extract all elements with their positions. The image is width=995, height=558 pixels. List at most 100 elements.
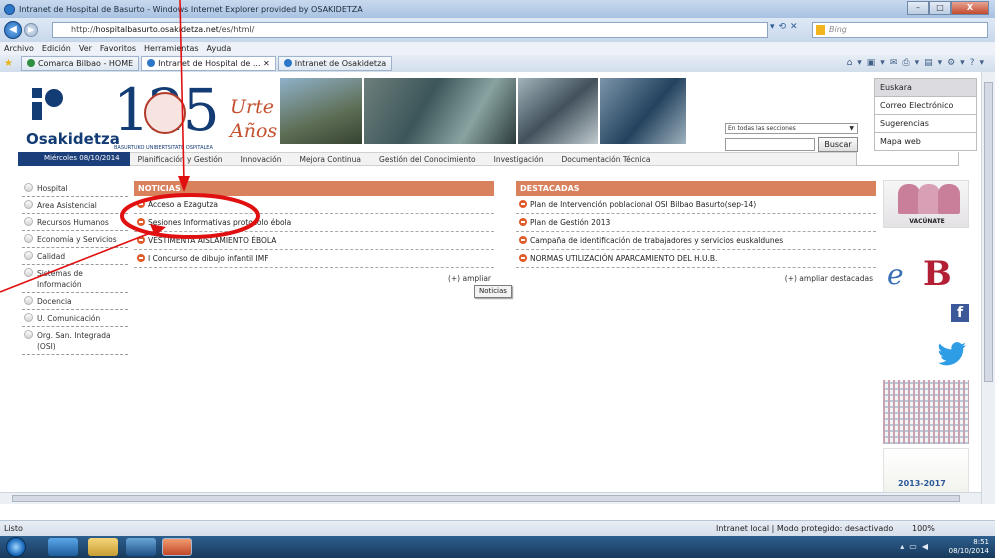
taskbar-powerpoint-icon[interactable] (162, 538, 192, 556)
anniversary-anos: Años (230, 120, 278, 142)
tray-icons[interactable]: ▴▭◀ (900, 542, 933, 551)
left-menu-item[interactable]: Sistemas de Información (22, 265, 128, 293)
clock[interactable]: 8:51 08/10/2014 (949, 538, 989, 556)
site-icon (26, 59, 35, 67)
clock-time: 8:51 (973, 538, 989, 546)
left-menu-item[interactable]: Docencia (22, 293, 128, 310)
tab-comarca-bilbao[interactable]: Comarca Bilbao - HOME (20, 56, 140, 71)
scroll-thumb[interactable] (984, 82, 993, 382)
search-input[interactable]: Bing (812, 22, 988, 38)
featured-item[interactable]: Plan de Intervención poblacional OSI Bil… (516, 196, 876, 214)
maximize-button[interactable]: □ (929, 1, 951, 15)
start-button[interactable] (6, 537, 26, 557)
nav-mejora[interactable]: Mejora Continua (299, 155, 361, 164)
twitter-icon[interactable] (935, 338, 969, 372)
minimize-button[interactable]: – (907, 1, 929, 15)
site-search-input[interactable] (725, 138, 815, 151)
news-item[interactable]: I Concurso de dibujo infantil IMF (134, 250, 494, 268)
scroll-thumb[interactable] (12, 495, 960, 502)
back-button[interactable]: ◀ (4, 21, 22, 39)
vacunate-banner[interactable]: VACÚNATE (883, 180, 969, 228)
search-placeholder: Bing (829, 25, 847, 34)
nav-conocimiento[interactable]: Gestión del Conocimiento (379, 155, 476, 164)
featured-item[interactable]: Campaña de identificación de trabajadore… (516, 232, 876, 250)
hospital-seal-icon (144, 92, 186, 134)
link-mapa-web[interactable]: Mapa web (875, 133, 976, 151)
zoom-level[interactable]: 100% (912, 521, 935, 536)
nav-innovacion[interactable]: Innovación (241, 155, 282, 164)
ie-icon (147, 59, 156, 67)
nav-date: Miércoles 08/10/2014 (18, 152, 130, 166)
left-menu-item[interactable]: Org. San. Integrada (OSI) (22, 327, 128, 355)
section-select[interactable]: En todas las secciones ▼ (725, 123, 858, 134)
vertical-scrollbar[interactable] (981, 72, 995, 504)
left-menu-item[interactable]: Calidad (22, 248, 128, 265)
news-item[interactable]: Acceso a Ezagutza (134, 196, 494, 214)
command-bar-icons[interactable]: ⌂▾▣▾✉⎙▾▤▾⚙▾?▾ (847, 58, 989, 68)
menu-herramientas[interactable]: Herramientas (144, 44, 199, 53)
search-button[interactable]: Buscar (818, 137, 858, 152)
tab-label: Comarca Bilbao - HOME (37, 59, 134, 68)
person-figure-icon (918, 184, 940, 214)
link-correo[interactable]: Correo Electrónico (875, 97, 976, 115)
noticias-heading: NOTICIAS (134, 181, 494, 196)
menu-ayuda[interactable]: Ayuda (207, 44, 232, 53)
featured-item-label: Plan de Gestión 2013 (530, 218, 611, 227)
menu-edicion[interactable]: Edición (42, 44, 71, 53)
address-host: hospitalbasurto.osakidetza.net (95, 25, 219, 34)
tab-intranet-osakidetza[interactable]: Intranet de Osakidetza (277, 56, 393, 71)
patterned-banner[interactable] (883, 380, 969, 444)
address-actions[interactable]: ▾⟲✕ (770, 22, 802, 32)
taskbar-media-icon[interactable] (126, 538, 156, 556)
menu-favoritos[interactable]: Favoritos (100, 44, 136, 53)
news-item[interactable]: Sesiones Informativas protocolo ébola (134, 214, 494, 232)
person-figure-icon (898, 184, 920, 214)
left-menu-item[interactable]: Economía y Servicios (22, 231, 128, 248)
person-figure-icon (938, 184, 960, 214)
featured-item[interactable]: Plan de Gestión 2013 (516, 214, 876, 232)
menu-ver[interactable]: Ver (79, 44, 92, 53)
forward-button[interactable]: ▶ (24, 23, 38, 37)
taskbar: ▴▭◀ 8:51 08/10/2014 (0, 536, 995, 558)
noticias-more-link[interactable]: (+) ampliar (134, 268, 494, 283)
destacadas-heading: DESTACADAS (516, 181, 876, 196)
window-title: Intranet de Hospital de Basurto - Window… (19, 4, 363, 14)
bullet-icon (24, 217, 33, 226)
header-photo-equipment (600, 78, 686, 144)
link-euskara[interactable]: Euskara (875, 79, 976, 97)
featured-item[interactable]: NORMAS UTILIZACIÓN APARCAMIENTO DEL H.U.… (516, 250, 876, 268)
left-menu-label: Recursos Humanos (37, 218, 109, 227)
ebi-banner[interactable]: e B (883, 250, 969, 308)
facebook-icon[interactable]: f (951, 304, 969, 322)
header-photo-building (280, 78, 362, 144)
close-button[interactable]: X (951, 1, 989, 15)
taskbar-explorer-icon[interactable] (88, 538, 118, 556)
nav-investigacion[interactable]: Investigación (494, 155, 544, 164)
left-menu-item[interactable]: Recursos Humanos (22, 214, 128, 231)
favorites-star-icon[interactable]: ★ (4, 58, 13, 69)
horizontal-scrollbar[interactable] (0, 492, 981, 504)
left-menu-item[interactable]: Area Asistencial (22, 197, 128, 214)
left-menu-item[interactable]: U. Comunicación (22, 310, 128, 327)
tab-row: ★ Comarca Bilbao - HOME Intranet de Hosp… (0, 55, 995, 72)
menu-archivo[interactable]: Archivo (4, 44, 34, 53)
taskbar-ie-icon[interactable] (48, 538, 78, 556)
left-menu-label: Sistemas de Información (37, 269, 83, 289)
news-item[interactable]: VESTIMENTA AISLAMIENTO ÉBOLA (134, 232, 494, 250)
destacadas-more-link[interactable]: (+) ampliar destacadas (516, 268, 876, 283)
link-sugerencias[interactable]: Sugerencias (875, 115, 976, 133)
left-menu-label: Org. San. Integrada (OSI) (37, 331, 111, 351)
security-zone[interactable]: Intranet local | Modo protegido: desacti… (716, 521, 893, 536)
ie-icon (283, 59, 292, 67)
left-menu-item[interactable]: Hospital (22, 180, 128, 197)
tab-intranet-hospital[interactable]: Intranet de Hospital de ... ✕ (141, 56, 276, 71)
vacunate-text: VACÚNATE (909, 218, 945, 225)
nav-documentacion[interactable]: Documentación Técnica (561, 155, 650, 164)
nav-right-box (856, 152, 959, 166)
anniversary-urte: Urte (230, 96, 274, 118)
ebi-e: e (887, 258, 904, 291)
nav-planificacion[interactable]: Planificación y Gestión (138, 155, 223, 164)
utility-links: Euskara Correo Electrónico Sugerencias M… (874, 78, 977, 151)
address-bar[interactable]: http://hospitalbasurto.osakidetza.net/es… (52, 22, 768, 38)
news-item-label: I Concurso de dibujo infantil IMF (148, 254, 269, 263)
